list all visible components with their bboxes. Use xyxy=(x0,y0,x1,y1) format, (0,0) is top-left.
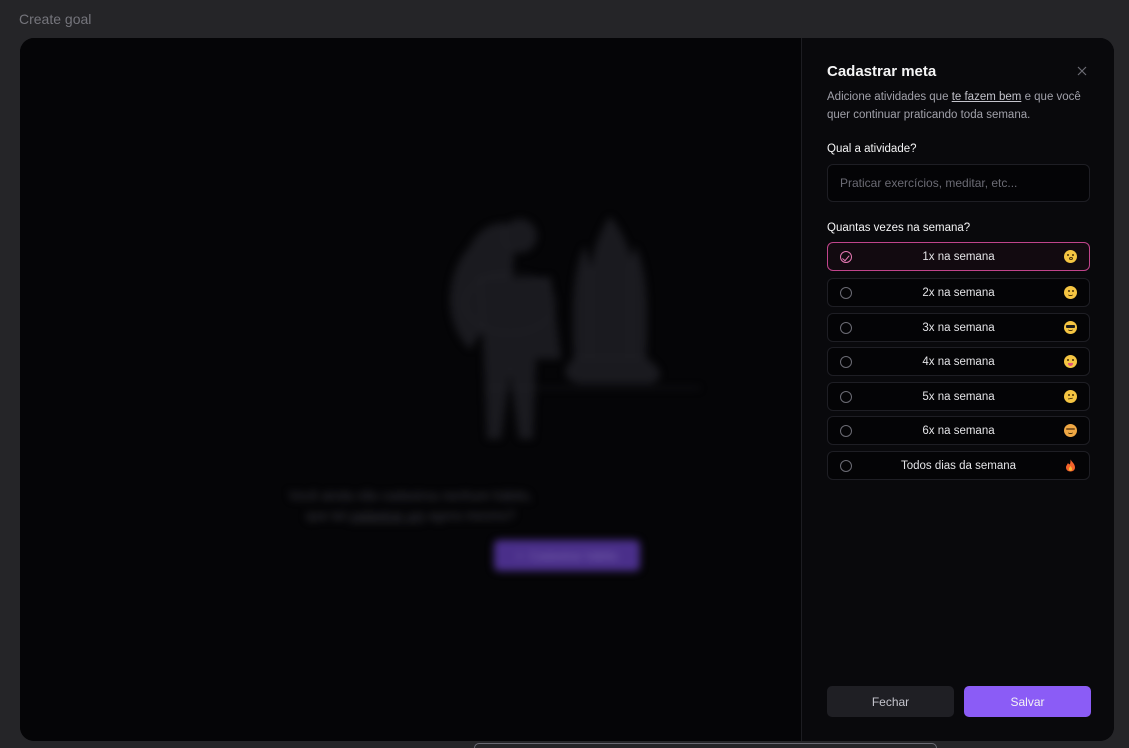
tongue-face-icon xyxy=(1064,355,1077,368)
frequency-option-4x[interactable]: 4x na semana xyxy=(827,347,1090,376)
frequency-label: Quantas vezes na semana? xyxy=(827,222,971,234)
activity-input[interactable] xyxy=(827,164,1090,202)
bottom-toolbar-edge xyxy=(474,743,937,748)
close-icon xyxy=(1077,66,1087,76)
fire-icon xyxy=(1064,459,1077,472)
register-link[interactable]: cadastrar um xyxy=(349,508,425,523)
mind-blown-face-icon xyxy=(1064,424,1077,437)
frequency-option-1x[interactable]: 1x na semana xyxy=(827,242,1090,271)
frequency-option-2x[interactable]: 2x na semana xyxy=(827,278,1090,307)
panel-title: Cadastrar meta xyxy=(827,63,937,80)
frequency-option-3x[interactable]: 3x na semana xyxy=(827,313,1090,342)
slightly-smiling-face-icon xyxy=(1064,286,1077,299)
cancel-button[interactable]: Fechar xyxy=(827,686,954,717)
close-button[interactable] xyxy=(1074,63,1090,79)
sunglasses-face-icon xyxy=(1064,321,1077,334)
yawning-face-icon xyxy=(1064,250,1077,263)
frequency-option-every-day[interactable]: Todos dias da semana xyxy=(827,451,1090,480)
save-button[interactable]: Salvar xyxy=(964,686,1091,717)
dialog-frame: Você ainda não cadastrou nenhum hábito, … xyxy=(20,38,1114,741)
rocket-illustration-icon xyxy=(450,217,700,439)
page-title: Create goal xyxy=(19,11,92,27)
activity-label: Qual a atividade? xyxy=(827,143,917,155)
confused-face-icon xyxy=(1064,390,1077,403)
frequency-option-5x[interactable]: 5x na semana xyxy=(827,382,1090,411)
description-link[interactable]: te fazem bem xyxy=(952,91,1022,103)
panel-description: Adicione atividades que te fazem bem e q… xyxy=(827,91,1081,121)
empty-state-message: Você ainda não cadastrou nenhum hábito, xyxy=(288,488,533,503)
empty-state-backdrop: Você ainda não cadastrou nenhum hábito, … xyxy=(20,38,801,741)
empty-state-message-2: que tal cadastrar um agora mesmo? xyxy=(306,508,515,523)
create-goal-panel: Cadastrar meta Adicione atividades que t… xyxy=(801,38,1114,741)
register-habit-button[interactable]: + Cadastrar hábito xyxy=(494,540,640,571)
frequency-option-6x[interactable]: 6x na semana xyxy=(827,416,1090,445)
plus-icon: + xyxy=(516,548,524,563)
